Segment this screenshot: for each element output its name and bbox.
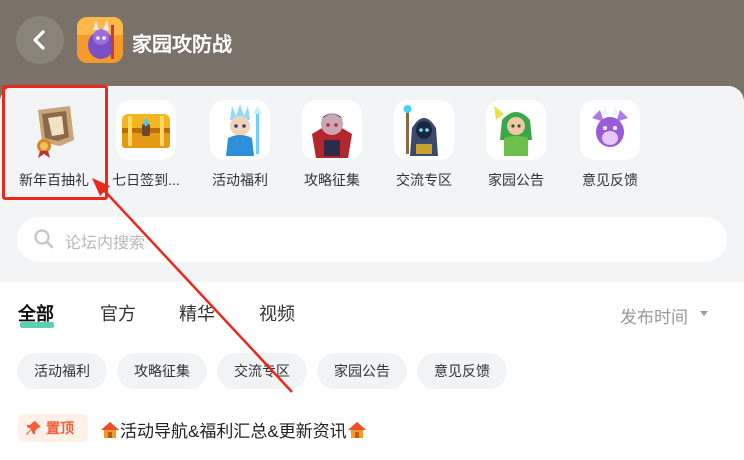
chip-feedback[interactable]: 意见反馈 — [417, 353, 507, 389]
search-icon — [34, 229, 54, 249]
house-icon — [347, 421, 366, 438]
vampire-icon — [302, 100, 362, 160]
tab-official[interactable]: 官方 — [100, 300, 136, 326]
tab-video[interactable]: 视频 — [259, 300, 295, 326]
shortcut-home-announcements[interactable]: 家园公告 — [470, 100, 562, 196]
chip-discussion-zone[interactable]: 交流专区 — [217, 353, 307, 389]
shortcut-label: 意见反馈 — [582, 172, 638, 188]
chip-home-announcements[interactable]: 家园公告 — [317, 353, 407, 389]
search-input[interactable]: 论坛内搜索 — [17, 217, 727, 262]
purple-dragon-icon — [580, 100, 640, 160]
search-placeholder: 论坛内搜索 — [65, 235, 146, 252]
shortcut-label: 七日签到... — [112, 172, 180, 188]
chip-activity-benefits[interactable]: 活动福利 — [17, 353, 107, 389]
tab-featured[interactable]: 精华 — [179, 300, 215, 326]
app-title: 家园攻防战 — [132, 34, 232, 56]
shortcut-label: 交流专区 — [396, 172, 452, 188]
shortcut-label: 家园公告 — [488, 172, 544, 188]
sort-dropdown[interactable]: 发布时间 — [620, 303, 688, 328]
caret-down-icon — [700, 311, 708, 316]
app-icon — [77, 17, 123, 63]
back-button[interactable] — [16, 16, 64, 64]
ice-mage-icon — [210, 100, 270, 160]
shortcut-feedback[interactable]: 意见反馈 — [564, 100, 656, 196]
shortcut-label: 攻略征集 — [304, 172, 360, 188]
highlight-box — [2, 85, 108, 200]
treasure-chest-icon — [116, 100, 176, 160]
house-icon — [101, 421, 119, 438]
tab-all[interactable]: 全部 — [18, 300, 54, 326]
pin-icon — [26, 421, 41, 435]
forest-elf-icon — [486, 100, 546, 160]
chevron-left-icon — [33, 30, 45, 50]
pinned-badge-label: 置顶 — [46, 420, 74, 436]
wizard-staff-icon — [394, 100, 454, 160]
pinned-post-title[interactable]: 活动导航&福利汇总&更新资讯 — [100, 417, 367, 442]
pinned-badge: 置顶 — [18, 414, 88, 442]
pinned-post-title-text: 活动导航&福利汇总&更新资讯 — [120, 422, 347, 441]
shortcut-strategy-collection[interactable]: 攻略征集 — [286, 100, 378, 196]
chip-strategy-collection[interactable]: 攻略征集 — [117, 353, 207, 389]
shortcut-seven-day-checkin[interactable]: 七日签到... — [100, 100, 192, 196]
shortcut-discussion-zone[interactable]: 交流专区 — [378, 100, 470, 196]
shortcut-activity-benefits[interactable]: 活动福利 — [194, 100, 286, 196]
shortcut-label: 活动福利 — [212, 172, 268, 188]
